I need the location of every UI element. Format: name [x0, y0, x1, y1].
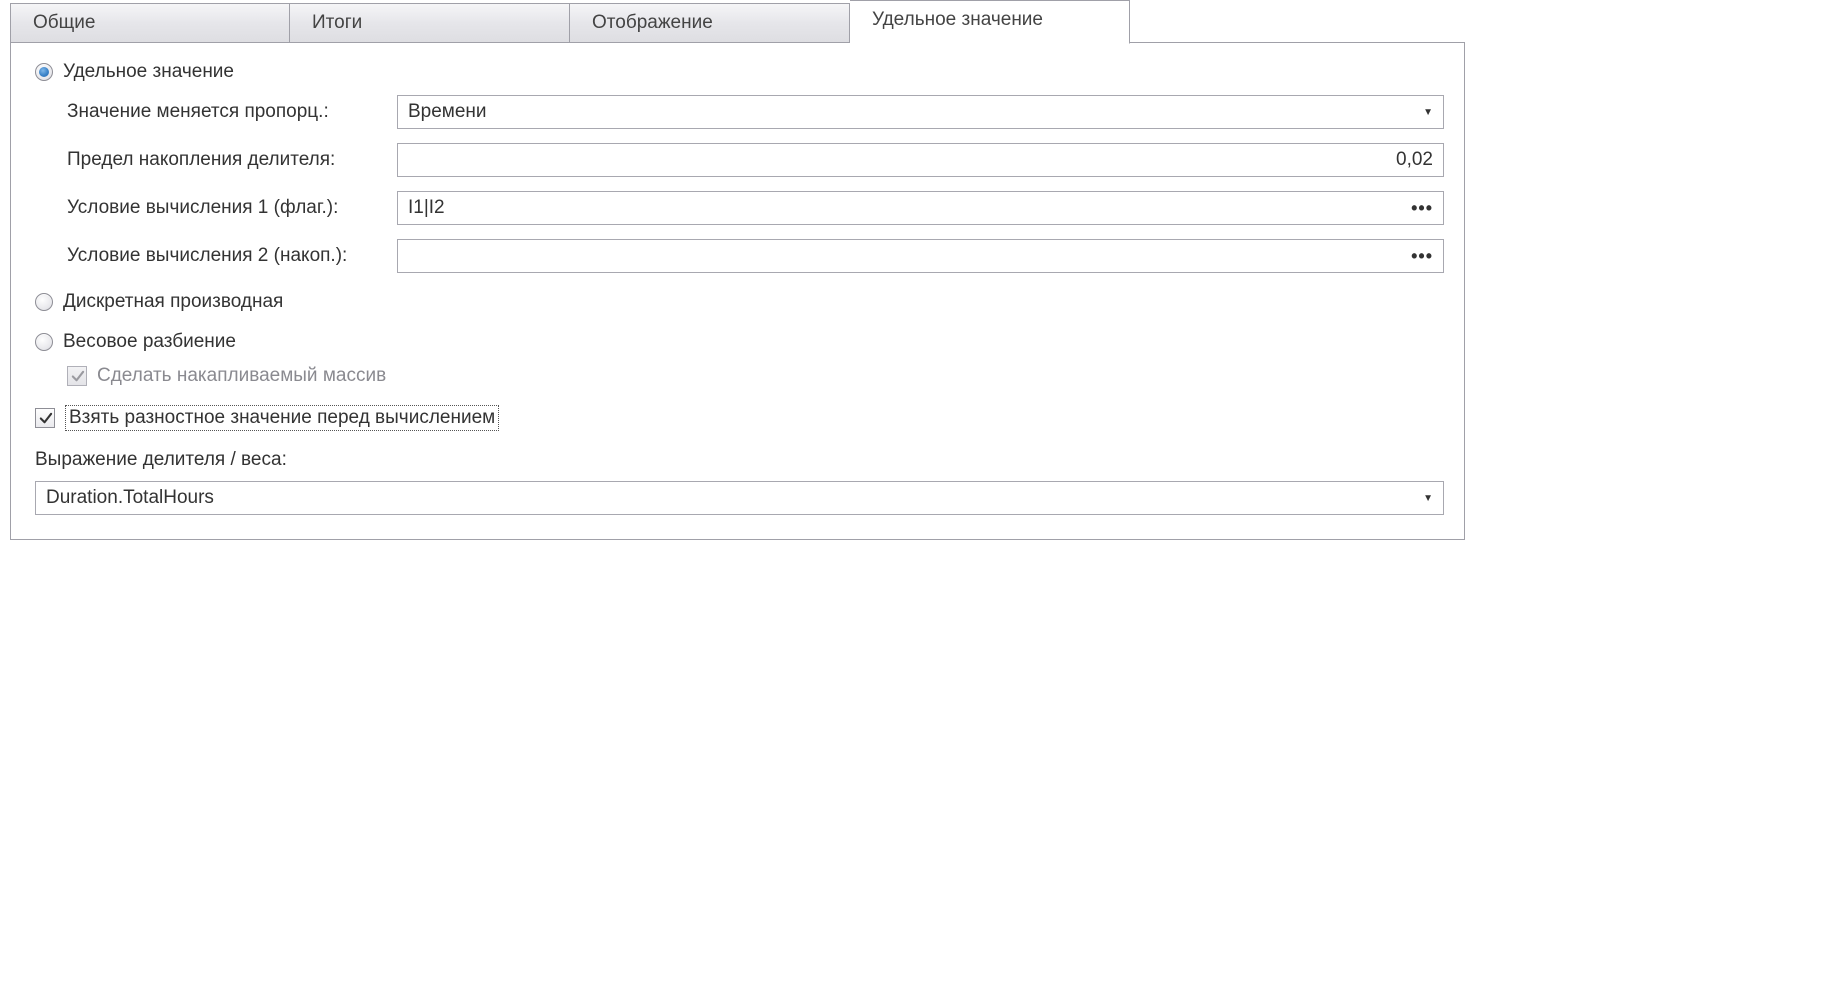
tab-general-label: Общие	[33, 12, 95, 33]
combo-divisor-expression-value: Duration.TotalHours	[46, 487, 1423, 509]
input-divisor-limit-value: 0,02	[1396, 149, 1433, 171]
row-divisor-limit: Предел накопления делителя: 0,02	[67, 143, 1444, 177]
radio-specific-value-label: Удельное значение	[63, 61, 234, 83]
tab-specific-value[interactable]: Удельное значение	[850, 0, 1130, 44]
radio-icon	[35, 333, 53, 351]
tab-display-label: Отображение	[592, 12, 713, 33]
check-take-diff-before-label: Взять разностное значение перед вычислен…	[65, 405, 499, 431]
label-condition2: Условие вычисления 2 (накоп.):	[67, 245, 397, 267]
chevron-down-icon: ▼	[1423, 493, 1433, 504]
radio-icon-checked	[35, 63, 53, 81]
checkbox-icon-disabled	[67, 366, 87, 386]
row-divisor-expression: Duration.TotalHours ▼	[35, 481, 1444, 515]
tab-display[interactable]: Отображение	[570, 3, 850, 43]
radio-discrete-derivative-label: Дискретная производная	[63, 291, 283, 313]
input-condition1-value: I1|I2	[408, 197, 1411, 219]
radio-discrete-derivative[interactable]: Дискретная производная	[35, 291, 1444, 313]
label-condition1: Условие вычисления 1 (флаг.):	[67, 197, 397, 219]
tab-specific-value-label: Удельное значение	[872, 9, 1043, 30]
row-condition1: Условие вычисления 1 (флаг.): I1|I2 •••	[67, 191, 1444, 225]
input-condition2[interactable]: •••	[397, 239, 1444, 273]
row-proportional: Значение меняется пропорц.: Времени ▼	[67, 95, 1444, 129]
row-condition2: Условие вычисления 2 (накоп.): •••	[67, 239, 1444, 273]
ellipsis-icon[interactable]: •••	[1411, 251, 1433, 261]
tab-general[interactable]: Общие	[10, 3, 290, 43]
tab-strip: Общие Итоги Отображение Удельное значени…	[10, 0, 1465, 43]
chevron-down-icon: ▼	[1423, 107, 1433, 118]
label-proportional: Значение меняется пропорц.:	[67, 101, 397, 123]
tab-totals[interactable]: Итоги	[290, 3, 570, 43]
dialog-panel: Общие Итоги Отображение Удельное значени…	[0, 0, 1465, 540]
label-divisor-expression: Выражение делителя / веса:	[35, 449, 1444, 471]
label-divisor-limit: Предел накопления делителя:	[67, 149, 397, 171]
input-condition1[interactable]: I1|I2 •••	[397, 191, 1444, 225]
checkbox-icon	[35, 408, 55, 428]
combo-proportional[interactable]: Времени ▼	[397, 95, 1444, 129]
ellipsis-icon[interactable]: •••	[1411, 203, 1433, 213]
combo-divisor-expression[interactable]: Duration.TotalHours ▼	[35, 481, 1444, 515]
specific-value-fields: Значение меняется пропорц.: Времени ▼ Пр…	[35, 95, 1444, 273]
radio-weight-split-label: Весовое разбиение	[63, 331, 236, 353]
radio-weight-split[interactable]: Весовое разбиение	[35, 331, 1444, 353]
check-make-accum-array: Сделать накапливаемый массив	[67, 365, 1444, 387]
tab-totals-label: Итоги	[312, 12, 362, 33]
radio-icon	[35, 293, 53, 311]
combo-proportional-value: Времени	[408, 101, 1423, 123]
radio-specific-value[interactable]: Удельное значение	[35, 61, 1444, 83]
input-divisor-limit[interactable]: 0,02	[397, 143, 1444, 177]
check-take-diff-before[interactable]: Взять разностное значение перед вычислен…	[35, 405, 1444, 431]
check-make-accum-array-label: Сделать накапливаемый массив	[97, 365, 386, 387]
tab-panel-specific-value: Удельное значение Значение меняется проп…	[10, 42, 1465, 540]
